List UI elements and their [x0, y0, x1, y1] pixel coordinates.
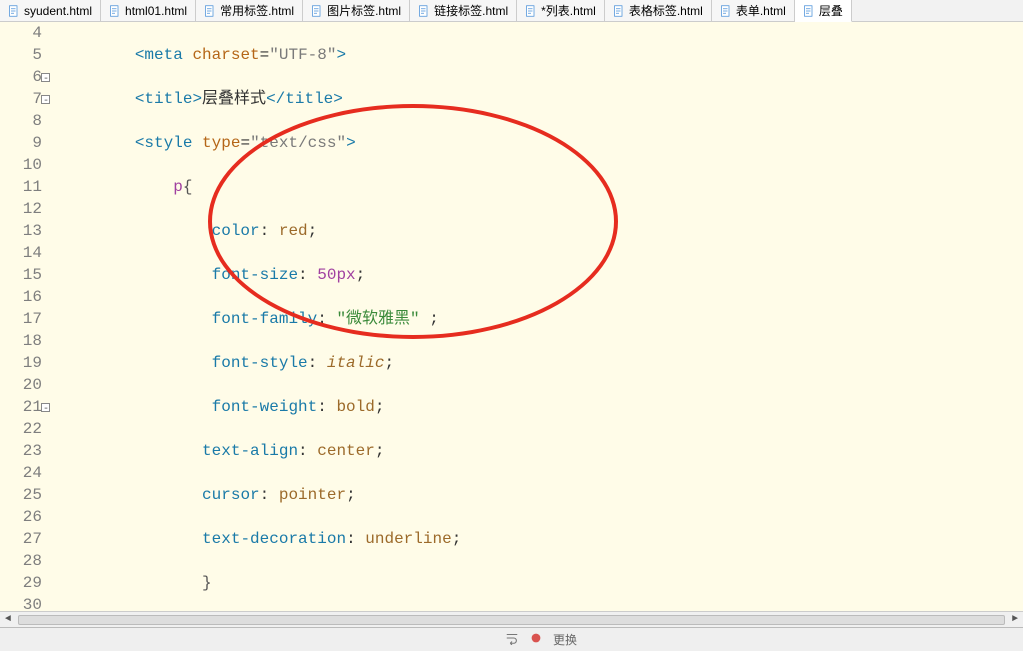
line-number: 9: [0, 132, 42, 154]
html-file-icon: [204, 5, 216, 17]
html-file-icon: [720, 5, 732, 17]
line-number: 27: [0, 528, 42, 550]
tab-label: 链接标签.html: [434, 2, 508, 19]
line-number: 26: [0, 506, 42, 528]
line-number: 17: [0, 308, 42, 330]
breakpoint-icon[interactable]: [529, 631, 543, 645]
code-line: text-decoration: underline;: [58, 528, 1023, 550]
line-number: 29: [0, 572, 42, 594]
tab-image-tags[interactable]: 图片标签.html: [303, 0, 410, 21]
line-number: 22: [0, 418, 42, 440]
tab-label: 层叠: [819, 2, 843, 19]
line-number: 5: [0, 44, 42, 66]
scrollbar-thumb[interactable]: [18, 615, 1005, 625]
line-number: 18: [0, 330, 42, 352]
html-file-icon: [8, 5, 20, 17]
line-number: 13: [0, 220, 42, 242]
tab-table-tags[interactable]: 表格标签.html: [605, 0, 712, 21]
line-number: 19: [0, 352, 42, 374]
horizontal-scrollbar[interactable]: ◄ ►: [0, 611, 1023, 627]
tab-label: syudent.html: [24, 4, 92, 18]
tab-html01[interactable]: html01.html: [101, 0, 196, 21]
line-number: 12: [0, 198, 42, 220]
line-number: 7: [0, 88, 42, 110]
line-number: 14: [0, 242, 42, 264]
line-number: 4: [0, 22, 42, 44]
line-number: 28: [0, 550, 42, 572]
tab-syudent[interactable]: syudent.html: [0, 0, 101, 21]
tab-bar: syudent.html html01.html 常用标签.html 图片标签.…: [0, 0, 1023, 22]
code-line: cursor: pointer;: [58, 484, 1023, 506]
code-line: font-style: italic;: [58, 352, 1023, 374]
code-line: text-align: center;: [58, 440, 1023, 462]
tab-list[interactable]: *列表.html: [517, 0, 605, 21]
line-number-gutter: 4 5 6 7 8 9 10 11 12 13 14 15 16 17 18 1…: [0, 22, 50, 627]
code-line: <title>层叠样式</title>: [58, 88, 1023, 110]
tab-label: *列表.html: [541, 2, 596, 19]
line-number: 8: [0, 110, 42, 132]
code-line: <meta charset="UTF-8">: [58, 44, 1023, 66]
line-number: 20: [0, 374, 42, 396]
tab-common-tags[interactable]: 常用标签.html: [196, 0, 303, 21]
line-number: 23: [0, 440, 42, 462]
line-number: 24: [0, 462, 42, 484]
line-number: 21: [0, 396, 42, 418]
line-number: 25: [0, 484, 42, 506]
code-line: font-size: 50px;: [58, 264, 1023, 286]
code-line: p{: [58, 176, 1023, 198]
code-line: font-weight: bold;: [58, 396, 1023, 418]
word-wrap-icon[interactable]: [505, 631, 519, 645]
line-number: 15: [0, 264, 42, 286]
tab-label: html01.html: [125, 4, 187, 18]
code-line: <style type="text/css">: [58, 132, 1023, 154]
line-number: 16: [0, 286, 42, 308]
status-bar: 更换: [0, 627, 1023, 651]
scroll-left-arrow[interactable]: ◄: [0, 613, 16, 627]
html-file-icon: [311, 5, 323, 17]
tab-link-tags[interactable]: 链接标签.html: [410, 0, 517, 21]
html-file-icon: [613, 5, 625, 17]
code-line: font-family: "微软雅黑" ;: [58, 308, 1023, 330]
code-editor[interactable]: 4 5 6 7 8 9 10 11 12 13 14 15 16 17 18 1…: [0, 22, 1023, 627]
code-line: color: red;: [58, 220, 1023, 242]
code-line: }: [58, 572, 1023, 594]
line-number: 11: [0, 176, 42, 198]
tab-form[interactable]: 表单.html: [712, 0, 795, 21]
html-file-icon: [803, 5, 815, 17]
line-number: 6: [0, 66, 42, 88]
tab-label: 表格标签.html: [629, 2, 703, 19]
html-file-icon: [109, 5, 121, 17]
code-content[interactable]: <meta charset="UTF-8"> <title>层叠样式</titl…: [50, 22, 1023, 627]
tab-label: 图片标签.html: [327, 2, 401, 19]
tab-label: 常用标签.html: [220, 2, 294, 19]
tab-label: 表单.html: [736, 2, 786, 19]
scroll-right-arrow[interactable]: ►: [1007, 613, 1023, 627]
tab-cascade[interactable]: 层叠: [795, 0, 852, 22]
status-label: 更换: [553, 631, 577, 648]
line-number: 10: [0, 154, 42, 176]
html-file-icon: [418, 5, 430, 17]
html-file-icon: [525, 5, 537, 17]
